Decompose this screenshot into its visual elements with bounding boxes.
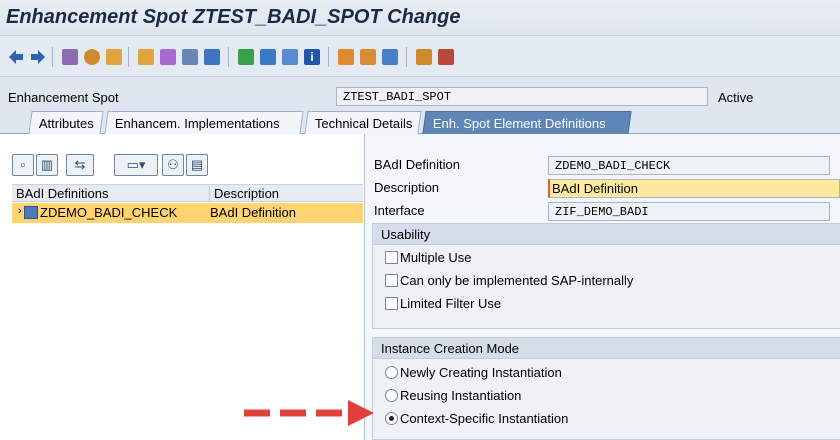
toolbar-separator xyxy=(52,47,53,67)
tab-enhancement-implementations[interactable]: Enhancem. Implementations xyxy=(104,111,304,134)
magic-wand-icon[interactable] xyxy=(160,49,176,65)
checkbox-icon[interactable] xyxy=(385,251,398,264)
multiple-use-checkbox[interactable]: Multiple Use xyxy=(385,250,472,265)
title-bar: Enhancement Spot ZTEST_BADI_SPOT Change xyxy=(0,0,840,36)
where-used-icon[interactable] xyxy=(138,49,154,65)
toolbar-separator xyxy=(406,47,407,67)
badi-icon xyxy=(24,206,38,219)
tree-row[interactable]: › ZDEMO_BADI_CHECK BAdI Definition xyxy=(12,203,363,223)
hierarchy-icon[interactable] xyxy=(238,49,254,65)
main-content: ▫ ▥ ⇆ ▭▾ ⚇ ▤ BAdI Definitions Descriptio… xyxy=(0,134,840,440)
column-header-badi-definitions: BAdI Definitions xyxy=(16,186,109,201)
enhancement-spot-field: ZTEST_BADI_SPOT xyxy=(336,87,708,106)
interface-label: Interface xyxy=(374,203,425,218)
badi-definition-label: BAdI Definition xyxy=(374,157,460,172)
red-dashed-arrow-icon xyxy=(244,400,374,426)
badi-definition-field: ZDEMO_BADI_CHECK xyxy=(548,156,830,175)
enhancement-spot-label: Enhancement Spot xyxy=(8,90,119,105)
instance-creation-group: Instance Creation Mode Newly Creating In… xyxy=(372,337,840,440)
context-specific-radio[interactable]: Context-Specific Instantiation xyxy=(385,411,568,426)
enhancement-spot-row: Enhancement Spot ZTEST_BADI_SPOT Active xyxy=(0,84,840,108)
toolbar-separator xyxy=(328,47,329,67)
object-list-icon[interactable] xyxy=(182,49,198,65)
find-icon[interactable] xyxy=(438,49,454,65)
reusing-radio[interactable]: Reusing Instantiation xyxy=(385,388,521,403)
table-icon[interactable] xyxy=(282,49,298,65)
newly-creating-radio[interactable]: Newly Creating Instantiation xyxy=(385,365,562,380)
interface-field: ZIF_DEMO_BADI xyxy=(548,202,830,221)
stack-icon[interactable] xyxy=(260,49,276,65)
application-toolbar: i xyxy=(0,37,840,77)
info-icon[interactable]: i xyxy=(304,49,320,65)
copy-icon[interactable] xyxy=(360,49,376,65)
radio-selected-icon[interactable] xyxy=(385,412,398,425)
delete-icon[interactable]: ▥ xyxy=(36,154,58,176)
status-text: Active xyxy=(718,90,754,105)
limited-filter-checkbox[interactable]: Limited Filter Use xyxy=(385,296,501,311)
cut-icon[interactable] xyxy=(338,49,354,65)
toolbar-separator xyxy=(128,47,129,67)
badi-definitions-pane: ▫ ▥ ⇆ ▭▾ ⚇ ▤ BAdI Definitions Descriptio… xyxy=(0,134,365,440)
tab-element-definitions[interactable]: Enh. Spot Element Definitions xyxy=(422,111,632,134)
undo-icon[interactable] xyxy=(416,49,432,65)
usability-title: Usability xyxy=(373,224,840,245)
tree-header: BAdI Definitions Description xyxy=(12,184,363,202)
column-header-description: Description xyxy=(209,186,279,202)
find-icon[interactable]: ⚇ xyxy=(162,154,184,176)
tab-attributes[interactable]: Attributes xyxy=(28,111,104,134)
active-inactive-icon[interactable] xyxy=(106,49,122,65)
navigate-icon[interactable] xyxy=(204,49,220,65)
expand-icon[interactable]: ▭▾ xyxy=(114,154,158,176)
tab-strip: Attributes Enhancem. Implementations Tec… xyxy=(0,108,840,134)
back-icon[interactable] xyxy=(8,49,24,65)
paste-icon[interactable] xyxy=(382,49,398,65)
radio-icon[interactable] xyxy=(385,389,398,402)
other-object-icon[interactable] xyxy=(84,49,100,65)
description-input[interactable]: BAdI Definition xyxy=(548,179,840,198)
checkbox-icon[interactable] xyxy=(385,274,398,287)
badi-name: ZDEMO_BADI_CHECK xyxy=(40,205,178,220)
badi-details-pane: BAdI Definition ZDEMO_BADI_CHECK Descrip… xyxy=(366,134,840,440)
expand-arrow-icon[interactable]: › xyxy=(18,205,22,217)
radio-icon[interactable] xyxy=(385,366,398,379)
tab-technical-details[interactable]: Technical Details xyxy=(304,111,422,134)
move-icon[interactable]: ⇆ xyxy=(66,154,94,176)
details-icon[interactable]: ▤ xyxy=(186,154,208,176)
usability-group: Usability Multiple Use Can only be imple… xyxy=(372,223,840,329)
create-icon[interactable]: ▫ xyxy=(12,154,34,176)
description-label: Description xyxy=(374,180,440,195)
window-title: Enhancement Spot ZTEST_BADI_SPOT Change xyxy=(6,6,461,28)
toolbar-separator xyxy=(228,47,229,67)
badi-description: BAdI Definition xyxy=(210,205,296,220)
display-change-icon[interactable] xyxy=(62,49,78,65)
forward-icon[interactable] xyxy=(30,49,46,65)
checkbox-icon[interactable] xyxy=(385,297,398,310)
instance-creation-title: Instance Creation Mode xyxy=(373,338,840,359)
sap-internal-checkbox[interactable]: Can only be implemented SAP-internally xyxy=(385,273,633,288)
